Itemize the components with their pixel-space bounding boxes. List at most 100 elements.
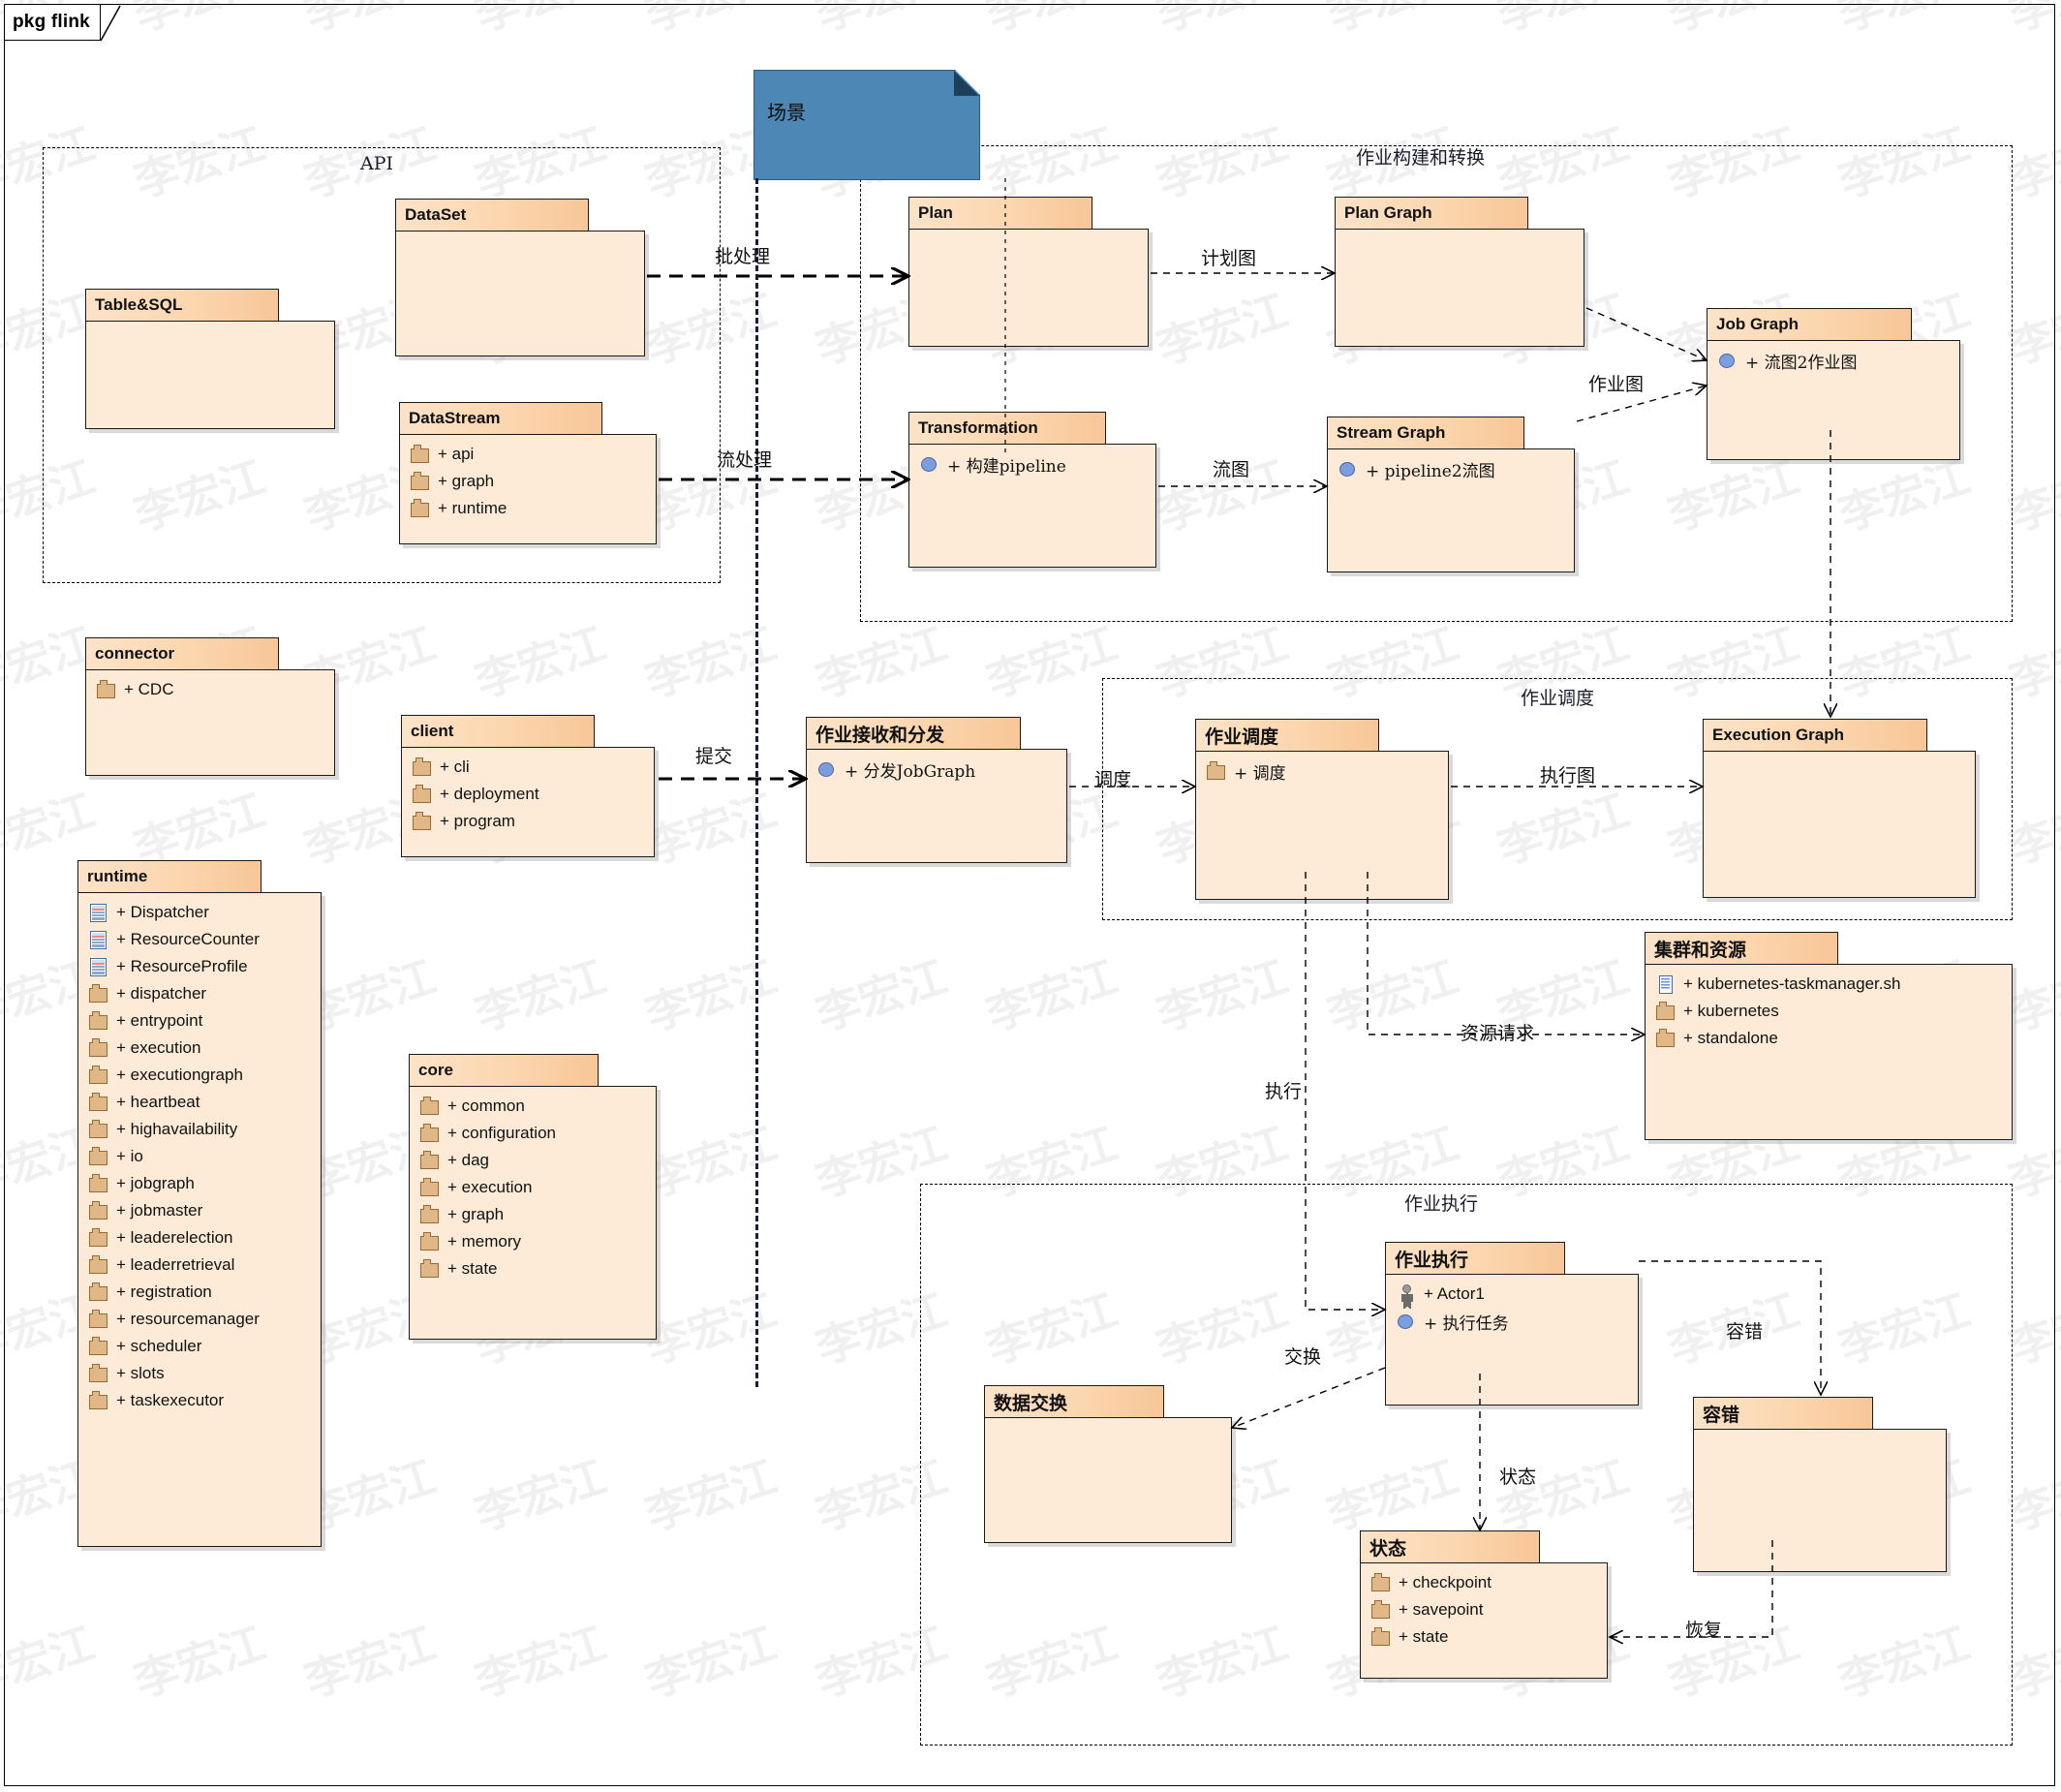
package-state-body: + checkpoint + savepoint + state: [1360, 1562, 1608, 1679]
list-item-label: + Dispatcher: [116, 903, 209, 921]
package-fault-tolerance-body: [1693, 1429, 1947, 1572]
folder-icon: [88, 1119, 109, 1140]
package-job-graph-body: + 流图2作业图: [1707, 340, 1960, 460]
edge-label-state: 状态: [1499, 1467, 1537, 1488]
list-item-label: + dispatcher: [116, 984, 207, 1003]
package-plan-body: [908, 229, 1149, 347]
list-item: + entrypoint: [78, 1007, 321, 1035]
folder-icon: [410, 444, 431, 465]
folder-icon: [419, 1177, 441, 1198]
list-item-label: + Actor1: [1424, 1284, 1485, 1303]
package-cluster-resources-title: 集群和资源: [1645, 932, 1838, 965]
list-item: + memory: [410, 1228, 656, 1255]
folder-icon: [88, 1092, 109, 1113]
class-icon: [88, 929, 109, 950]
list-item-label: + executiongraph: [116, 1066, 243, 1084]
list-item-label: + dag: [447, 1151, 490, 1169]
list-item-label: + graph: [438, 472, 495, 490]
folder-icon: [419, 1231, 441, 1252]
package-job-receive-body: + 分发JobGraph: [806, 749, 1067, 863]
package-runtime-title: runtime: [77, 860, 261, 893]
list-item: + scheduler: [78, 1333, 321, 1360]
list-item: + highavailability: [78, 1116, 321, 1143]
list-item-label: + state: [1399, 1627, 1449, 1646]
interface-circle-icon: [1717, 350, 1738, 371]
list-item: + leaderretrieval: [78, 1251, 321, 1279]
list-item-label: + taskexecutor: [116, 1391, 225, 1409]
package-transformation-body: + 构建pipeline: [908, 444, 1156, 568]
package-dataset-body: [395, 231, 645, 356]
edge-label-job-graph: 作业图: [1588, 374, 1645, 395]
list-item-label: + ResourceCounter: [116, 930, 260, 948]
folder-icon: [88, 983, 109, 1004]
list-item: + deployment: [402, 781, 654, 808]
list-item: + cli: [402, 754, 654, 781]
package-data-exchange-title: 数据交换: [984, 1385, 1164, 1418]
list-item: + graph: [400, 468, 656, 495]
group-api-label: API: [360, 153, 394, 174]
scene-note: 场景: [754, 70, 978, 178]
list-item: + checkpoint: [1361, 1569, 1607, 1596]
folder-icon: [88, 1010, 109, 1032]
list-item: + kubernetes-taskmanager.sh: [1646, 971, 2012, 998]
list-item: + ResourceProfile: [78, 953, 321, 980]
list-item: + CDC: [86, 676, 334, 703]
list-item-label: + runtime: [438, 499, 508, 517]
package-stream-graph-body: + pipeline2流图: [1327, 448, 1575, 572]
folder-icon: [88, 1309, 109, 1330]
package-core-body: + common + configuration + dag + executi…: [409, 1086, 657, 1340]
list-item-label: + slots: [116, 1364, 165, 1382]
list-item: + slots: [78, 1360, 321, 1387]
folder-icon: [412, 757, 433, 778]
list-item-label: + leaderelection: [116, 1228, 233, 1247]
interface-circle-icon: [1396, 1311, 1417, 1332]
interface-circle-icon: [1338, 458, 1359, 479]
package-job-exec-body: + Actor1 + 执行任务: [1385, 1274, 1639, 1406]
edge-label-execute: 执行: [1265, 1081, 1303, 1102]
edge-label-tolerance: 容错: [1726, 1321, 1764, 1343]
package-job-schedule-body: + 调度: [1195, 751, 1449, 900]
list-item-label: + scheduler: [116, 1337, 202, 1355]
actor-icon: [1396, 1283, 1417, 1305]
list-item: + kubernetes: [1646, 998, 2012, 1025]
class-icon: [88, 956, 109, 977]
list-item-label: + 分发JobGraph: [845, 761, 976, 782]
list-item-label: + api: [438, 445, 475, 463]
folder-icon: [1370, 1626, 1392, 1648]
package-frame-tab: pkg flink: [4, 4, 101, 41]
package-fault-tolerance-title: 容错: [1693, 1397, 1873, 1430]
folder-icon: [1370, 1572, 1392, 1593]
folder-icon: [88, 1065, 109, 1086]
list-item-label: + kubernetes: [1683, 1002, 1779, 1020]
list-item-label: + jobmaster: [116, 1201, 203, 1220]
list-item-label: + CDC: [124, 680, 174, 698]
list-item: + pipeline2流图: [1328, 455, 1574, 482]
edge-label-stream: 流处理: [717, 449, 773, 471]
folder-icon: [88, 1254, 109, 1276]
list-item: + graph: [410, 1201, 656, 1228]
folder-icon: [88, 1282, 109, 1303]
group-job-build-label: 作业构建和转换: [1356, 147, 1486, 169]
edge-label-res-req: 资源请求: [1461, 1023, 1535, 1044]
package-plan-title: Plan: [908, 197, 1092, 230]
folder-icon: [88, 1363, 109, 1384]
package-data-exchange-body: [984, 1417, 1232, 1543]
list-item-label: + checkpoint: [1399, 1573, 1492, 1591]
package-job-receive-title: 作业接收和分发: [806, 717, 1021, 750]
list-item: + execution: [410, 1174, 656, 1201]
list-item: + state: [410, 1255, 656, 1282]
folder-icon: [1655, 1001, 1676, 1022]
list-item-label: + execution: [116, 1038, 201, 1057]
package-execution-graph-title: Execution Graph: [1703, 719, 1927, 752]
package-table-sql-body: [85, 321, 335, 429]
list-item-label: + cli: [440, 757, 470, 776]
package-transformation-title: Transformation: [908, 412, 1106, 445]
list-item-label: + program: [440, 812, 515, 830]
folder-icon: [88, 1200, 109, 1221]
file-icon: [1655, 973, 1676, 995]
folder-icon: [419, 1258, 441, 1280]
folder-icon: [1206, 760, 1227, 782]
edge-label-exec-graph: 执行图: [1540, 765, 1596, 787]
scene-note-label: 场景: [767, 101, 806, 124]
list-item: + 调度: [1196, 757, 1448, 785]
